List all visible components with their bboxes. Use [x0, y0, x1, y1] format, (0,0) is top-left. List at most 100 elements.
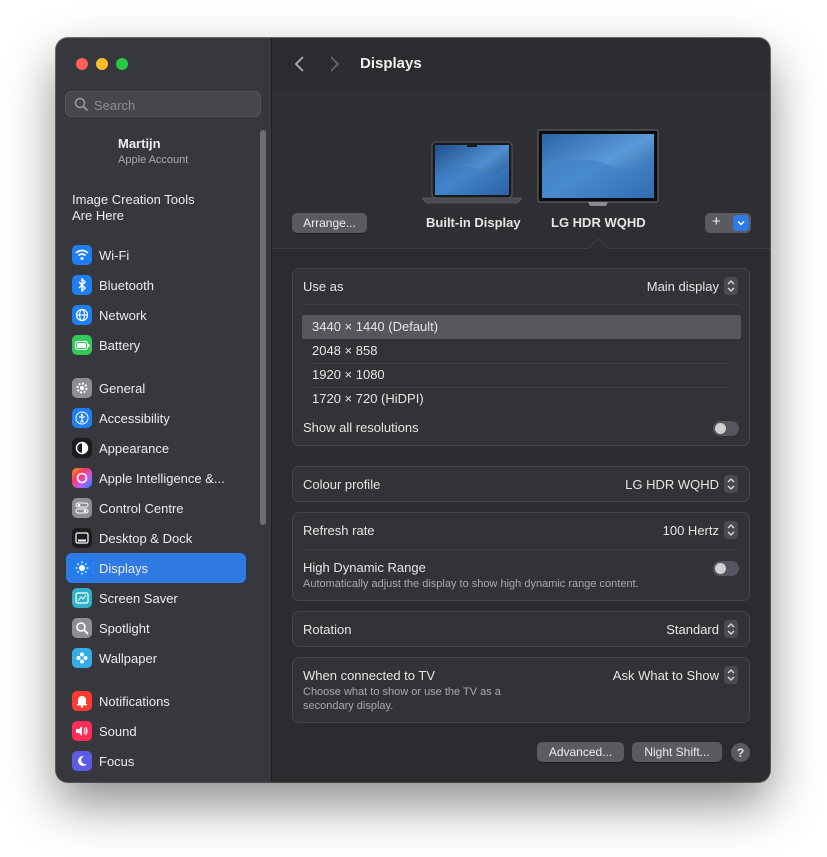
sidebar-item-label: Battery — [99, 337, 141, 353]
up-down-chevron-icon[interactable] — [724, 521, 738, 539]
up-down-chevron-icon[interactable] — [724, 277, 738, 295]
resolution-option[interactable]: 1920 × 1080 — [302, 363, 741, 387]
wifi-icon — [72, 245, 92, 265]
sidebar-item-notifications[interactable]: Notifications — [66, 686, 246, 716]
sun-icon — [72, 558, 92, 578]
help-button[interactable]: ? — [731, 743, 750, 762]
colour-profile-popup[interactable]: LG HDR WQHD — [625, 477, 719, 492]
hdr-description: Automatically adjust the display to show… — [303, 578, 639, 590]
sidebar-item-label: Bluetooth — [99, 277, 154, 293]
refresh-rate-label: Refresh rate — [303, 523, 375, 538]
lg-display-image[interactable] — [536, 128, 660, 208]
sidebar-item-apple-intelligence[interactable]: Apple Intelligence &... — [66, 463, 246, 493]
minimize-window-button[interactable] — [96, 58, 108, 70]
sidebar-item-general[interactable]: General — [66, 373, 246, 403]
up-down-chevron-icon[interactable] — [724, 475, 738, 493]
screen-saver-icon — [72, 588, 92, 608]
rotation-popup[interactable]: Standard — [666, 622, 719, 637]
advanced-button[interactable]: Advanced... — [537, 742, 624, 762]
search-icon — [74, 97, 88, 111]
chevron-down-icon[interactable] — [733, 215, 749, 231]
tv-panel: When connected to TV Choose what to show… — [292, 657, 750, 723]
hdr-toggle[interactable] — [713, 561, 739, 576]
sidebar-item-label: Apple Intelligence &... — [99, 470, 225, 486]
window-controls — [76, 58, 128, 70]
selection-pointer-icon — [588, 238, 608, 249]
sidebar-item-focus[interactable]: Focus — [66, 746, 246, 776]
sidebar: Martijn Apple Account Image Creation Too… — [56, 38, 272, 782]
promo-line-2: Are Here — [72, 208, 125, 223]
appearance-icon — [72, 438, 92, 458]
forward-arrow-icon[interactable] — [324, 54, 344, 74]
sidebar-item-battery[interactable]: Battery — [66, 330, 246, 360]
bell-icon — [72, 691, 92, 711]
close-window-button[interactable] — [76, 58, 88, 70]
page-title: Displays — [360, 55, 422, 72]
refresh-hdr-panel: Refresh rate 100 Hertz High Dynamic Rang… — [292, 512, 750, 601]
flower-icon — [72, 648, 92, 668]
sidebar-item-spotlight[interactable]: Spotlight — [66, 613, 246, 643]
refresh-rate-popup[interactable]: 100 Hertz — [663, 523, 719, 538]
divider — [303, 549, 739, 550]
back-arrow-icon[interactable] — [290, 54, 310, 74]
sidebar-scrollbar[interactable] — [260, 130, 266, 525]
sidebar-item-label: Wallpaper — [99, 650, 158, 666]
resolution-option[interactable]: 1720 × 720 (HiDPI) — [302, 387, 741, 411]
control-centre-icon — [72, 498, 92, 518]
search-field[interactable] — [65, 91, 261, 117]
tv-popup[interactable]: Ask What to Show — [613, 668, 719, 683]
tv-description-line-1: Choose what to show or use the TV as a — [303, 686, 501, 698]
night-shift-button[interactable]: Night Shift... — [632, 742, 722, 762]
show-all-resolutions-toggle[interactable] — [713, 421, 739, 436]
use-as-popup[interactable]: Main display — [647, 279, 719, 294]
resolution-option[interactable]: 2048 × 858 — [302, 339, 741, 363]
sidebar-item-label: Screen Saver — [99, 590, 178, 606]
add-display-button[interactable]: + — [712, 213, 721, 230]
up-down-chevron-icon[interactable] — [724, 666, 738, 684]
sidebar-item-appearance[interactable]: Appearance — [66, 433, 246, 463]
hdr-label: High Dynamic Range — [303, 560, 426, 575]
sidebar-item-wallpaper[interactable]: Wallpaper — [66, 643, 246, 673]
sidebar-item-label: Sound — [99, 723, 137, 739]
lg-display-label[interactable]: LG HDR WQHD — [551, 215, 646, 230]
sidebar-item-displays[interactable]: Displays — [66, 553, 246, 583]
apple-account[interactable]: Martijn Apple Account — [118, 136, 188, 166]
promo-line-1: Image Creation Tools — [72, 192, 195, 207]
battery-icon — [72, 335, 92, 355]
resolution-option[interactable]: 3440 × 1440 (Default) — [302, 315, 741, 339]
sidebar-item-label: Appearance — [99, 440, 170, 456]
sidebar-item-wifi[interactable]: Wi-Fi — [66, 240, 246, 270]
tv-description-line-2: secondary display. — [303, 700, 394, 712]
sidebar-item-label: Desktop & Dock — [99, 530, 193, 546]
sidebar-item-screen-saver[interactable]: Screen Saver — [66, 583, 246, 613]
speaker-icon — [72, 721, 92, 741]
promo-banner[interactable]: Image Creation Tools Are Here — [72, 192, 195, 224]
built-in-display-image[interactable] — [420, 140, 524, 206]
add-display-control[interactable]: + — [705, 213, 751, 233]
resolution-label: 2048 × 858 — [312, 343, 378, 358]
moon-icon — [72, 751, 92, 771]
arrange-button[interactable]: Arrange... — [292, 213, 367, 233]
show-all-resolutions-label: Show all resolutions — [303, 420, 419, 435]
up-down-chevron-icon[interactable] — [724, 620, 738, 638]
account-subtitle: Apple Account — [118, 154, 189, 166]
sidebar-item-label: Spotlight — [99, 620, 150, 636]
sidebar-item-control-centre[interactable]: Control Centre — [66, 493, 246, 523]
zoom-window-button[interactable] — [116, 58, 128, 70]
rotation-panel: Rotation Standard — [292, 611, 750, 647]
bluetooth-icon — [72, 275, 92, 295]
sidebar-item-accessibility[interactable]: Accessibility — [66, 403, 246, 433]
sidebar-item-sound[interactable]: Sound — [66, 716, 246, 746]
sidebar-item-bluetooth[interactable]: Bluetooth — [66, 270, 246, 300]
search-input[interactable] — [92, 95, 256, 115]
sidebar-item-network[interactable]: Network — [66, 300, 246, 330]
gear-icon — [72, 378, 92, 398]
built-in-display-label[interactable]: Built-in Display — [426, 215, 521, 230]
sidebar-item-label: Focus — [99, 753, 135, 769]
magnifier-icon — [72, 618, 92, 638]
sidebar-item-label: General — [99, 380, 146, 396]
sidebar-item-label: Wi-Fi — [99, 247, 130, 263]
tv-label: When connected to TV — [303, 668, 436, 683]
sidebar-item-desktop-dock[interactable]: Desktop & Dock — [66, 523, 246, 553]
main-pane: Displays Arrange... Built-in Display LG … — [272, 38, 770, 782]
